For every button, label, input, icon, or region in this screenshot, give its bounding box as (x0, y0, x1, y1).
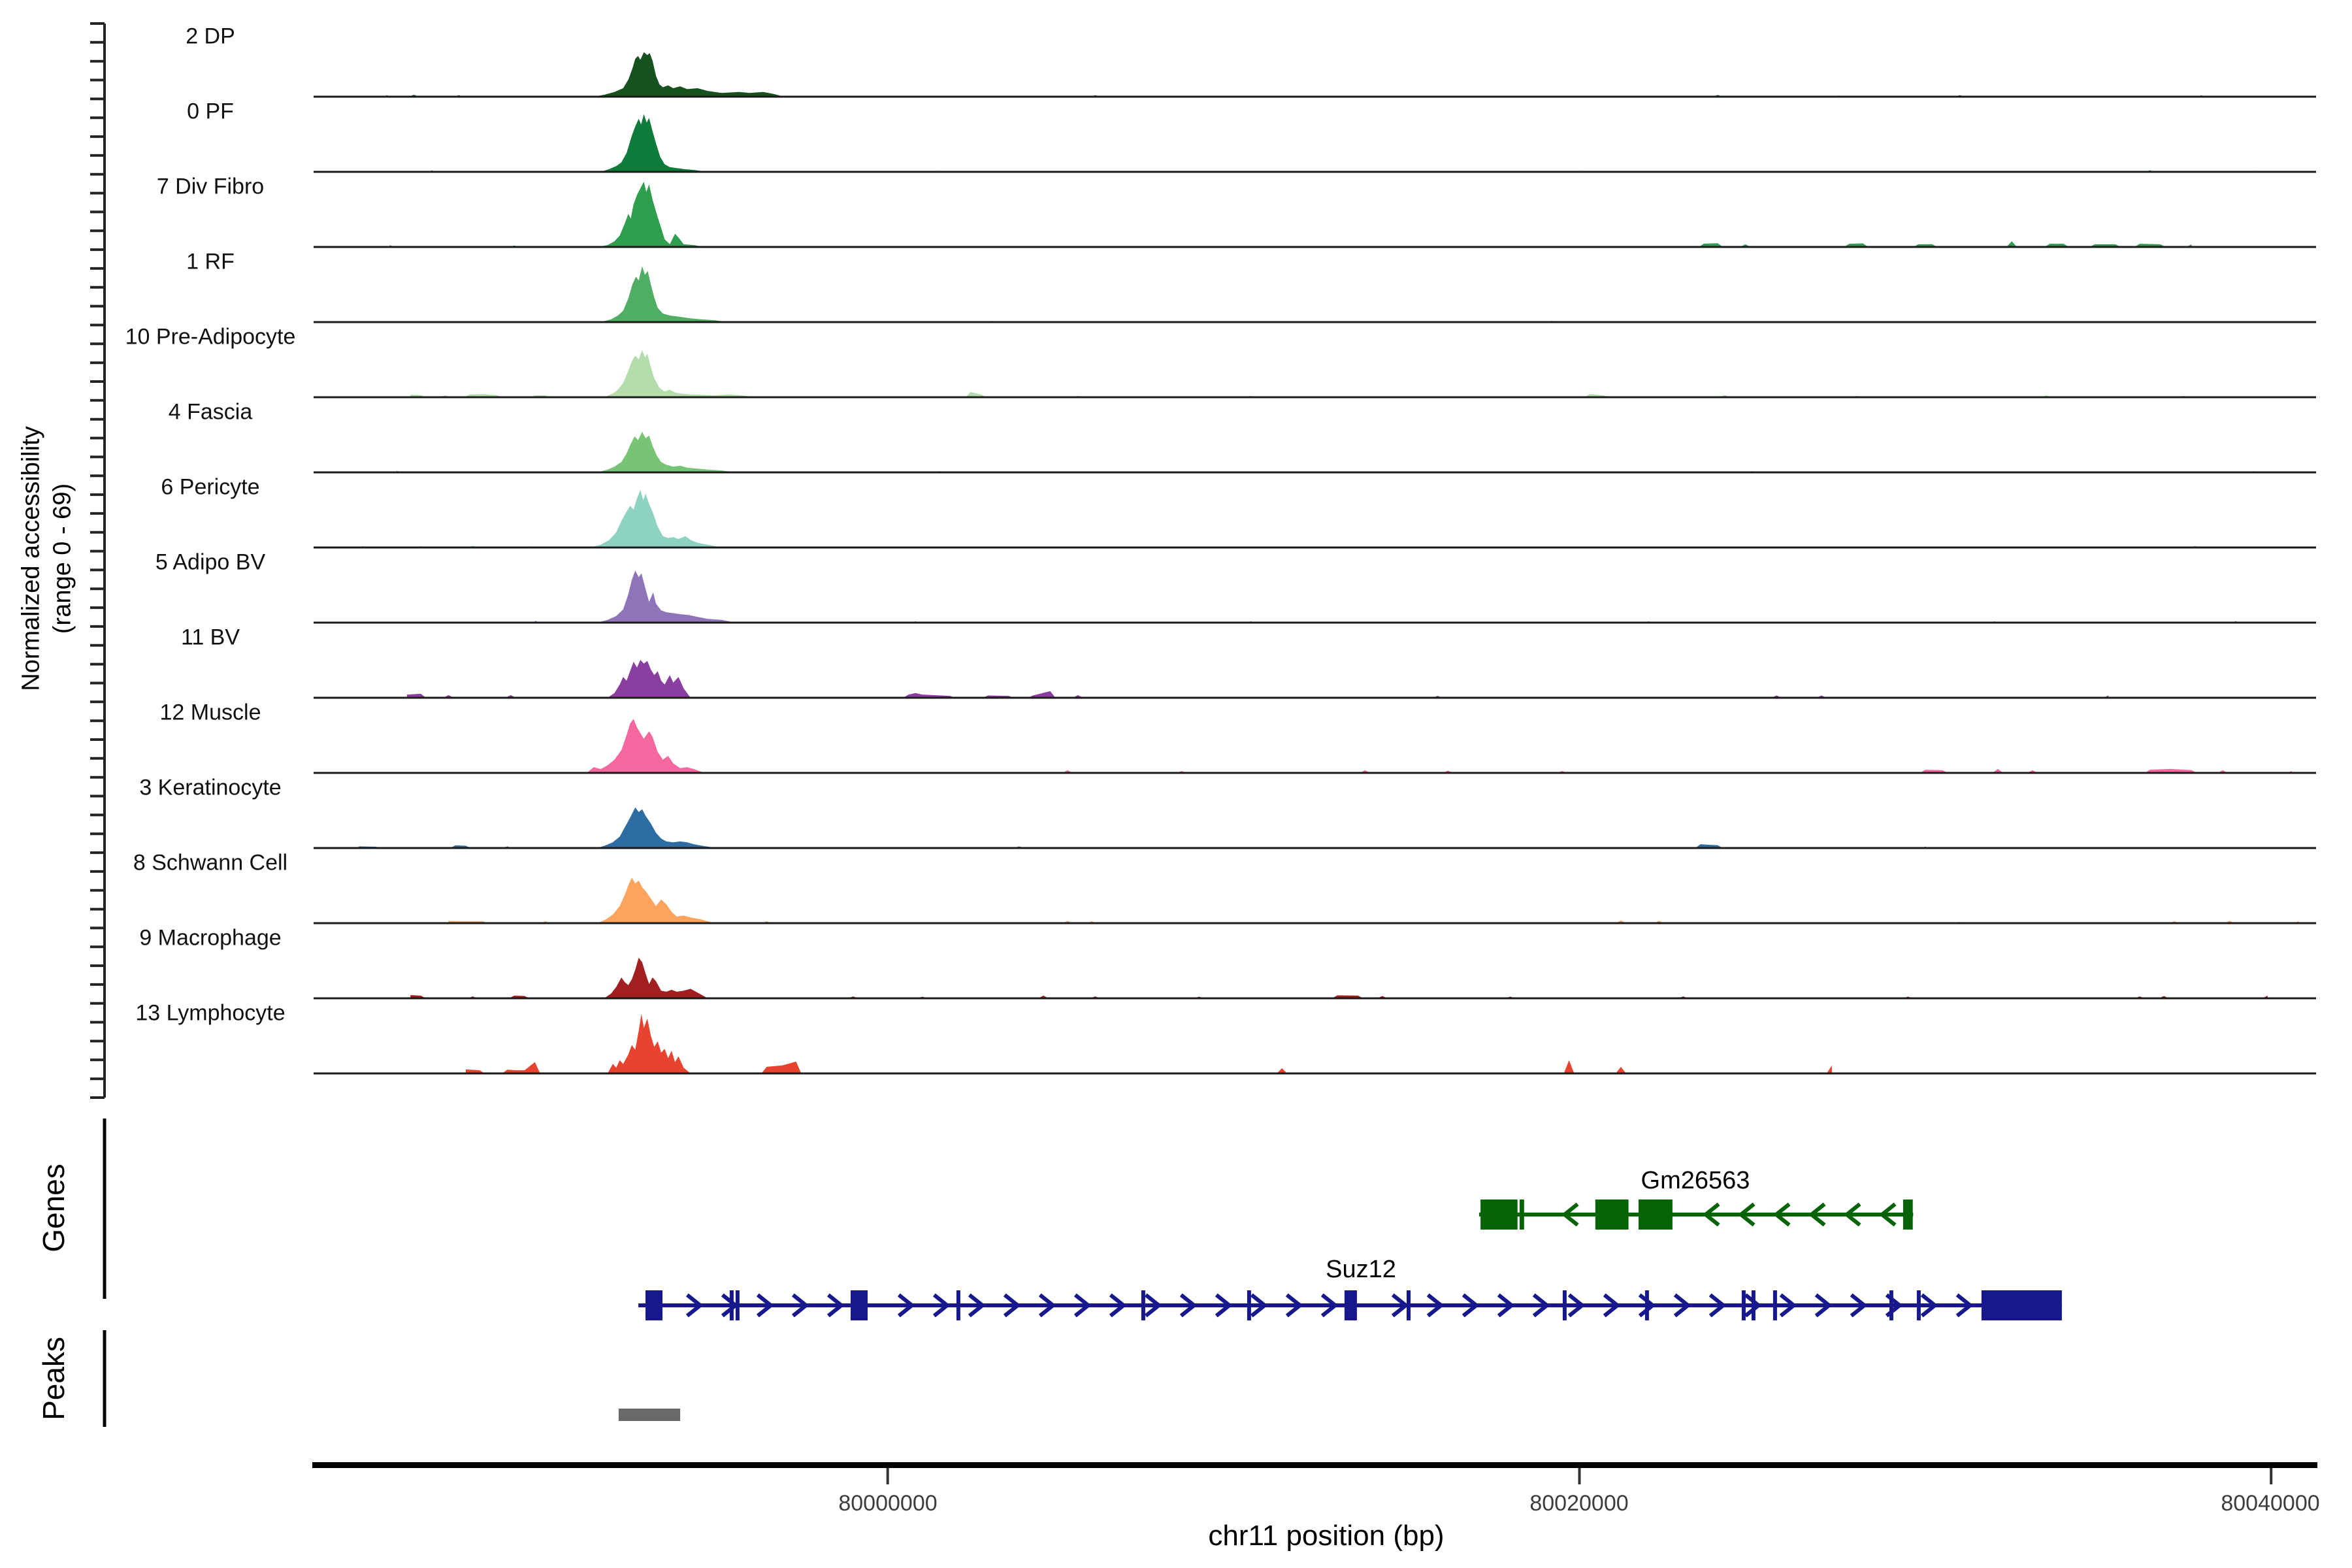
track-label-3-keratinocyte: 3 Keratinocyte (139, 776, 281, 801)
track-label-4-fascia: 4 Fascia (169, 400, 253, 425)
coverage-area-5-adipo-bv (535, 570, 2236, 623)
coverage-area-9-macrophage (410, 958, 2268, 998)
exon-box (1903, 1200, 1913, 1230)
exon-box (645, 1290, 662, 1320)
x-axis-line (312, 1462, 2317, 1468)
gene-label-gm26563: Gm26563 (1641, 1167, 1750, 1195)
genes-section-label: Genes (36, 1164, 71, 1252)
exon-tick (1889, 1290, 1893, 1320)
coverage-area-12-muscle (587, 719, 2292, 773)
coverage-area-3-keratinocyte (359, 808, 2264, 848)
exon-box (1595, 1200, 1629, 1230)
exon-tick (1645, 1290, 1649, 1320)
track-label-0-pf: 0 PF (187, 99, 234, 125)
exon-tick (1773, 1290, 1777, 1320)
exon-tick (1563, 1290, 1567, 1320)
track-label-12-muscle: 12 Muscle (160, 700, 261, 726)
y-axis-label-line2: (range 0 - 69) (49, 483, 77, 634)
coverage-area-6-pericyte (362, 490, 2292, 547)
y-axis-label-line1: Normalized accessibility (18, 426, 46, 691)
exon-tick (1141, 1290, 1145, 1320)
exon-tick (1752, 1290, 1756, 1320)
peak-bar (619, 1409, 680, 1421)
exon-tick (1742, 1290, 1746, 1320)
track-label-10-pre-adipocyte: 10 Pre-Adipocyte (125, 325, 296, 350)
coverage-area-1-rf (438, 267, 2202, 323)
track-label-8-schwann-cell: 8 Schwann Cell (133, 851, 287, 876)
x-axis-title: chr11 position (bp) (1208, 1520, 1444, 1552)
gene-label-suz12: Suz12 (1326, 1256, 1396, 1284)
plot-canvas (0, 0, 2352, 1568)
coverage-area-8-schwann-cell (449, 877, 2299, 923)
exon-box (1480, 1200, 1518, 1230)
exon-tick (1917, 1290, 1921, 1320)
track-label-1-rf: 1 RF (186, 250, 235, 275)
coverage-area-0-pf (431, 114, 2254, 172)
coverage-area-7-div-fibro (390, 182, 2192, 247)
exon-box (1982, 1290, 2062, 1320)
x-tick-label-80000000: 80000000 (838, 1491, 937, 1516)
peaks-section-label: Peaks (36, 1337, 71, 1420)
exon-tick (956, 1290, 960, 1320)
coverage-area-4-fascia (397, 432, 2254, 472)
track-label-9-macrophage: 9 Macrophage (139, 926, 281, 951)
exon-box (851, 1290, 868, 1320)
track-label-5-adipo-bv: 5 Adipo BV (155, 550, 265, 576)
exon-tick (1247, 1290, 1251, 1320)
x-tick-label-80020000: 80020000 (1529, 1491, 1628, 1516)
exon-box (1639, 1200, 1673, 1230)
coverage-area-10-pre-adipocyte (410, 350, 2185, 398)
x-tick-label-80040000: 80040000 (2221, 1491, 2319, 1516)
exon-box (1520, 1200, 1524, 1230)
track-label-13-lymphocyte: 13 Lymphocyte (135, 1001, 285, 1026)
coverage-plot-figure: Normalized accessibility (range 0 - 69) … (0, 0, 2352, 1568)
track-label-6-pericyte: 6 Pericyte (161, 475, 259, 500)
exon-box (1345, 1290, 1357, 1320)
track-label-7-div-fibro: 7 Div Fibro (157, 174, 264, 200)
coverage-area-13-lymphocyte (466, 1014, 1832, 1073)
track-label-2-dp: 2 DP (186, 24, 235, 50)
coverage-area-2-dp (386, 52, 2202, 97)
coverage-area-11-bv (407, 660, 2109, 698)
track-label-11-bv: 11 BV (181, 625, 240, 651)
